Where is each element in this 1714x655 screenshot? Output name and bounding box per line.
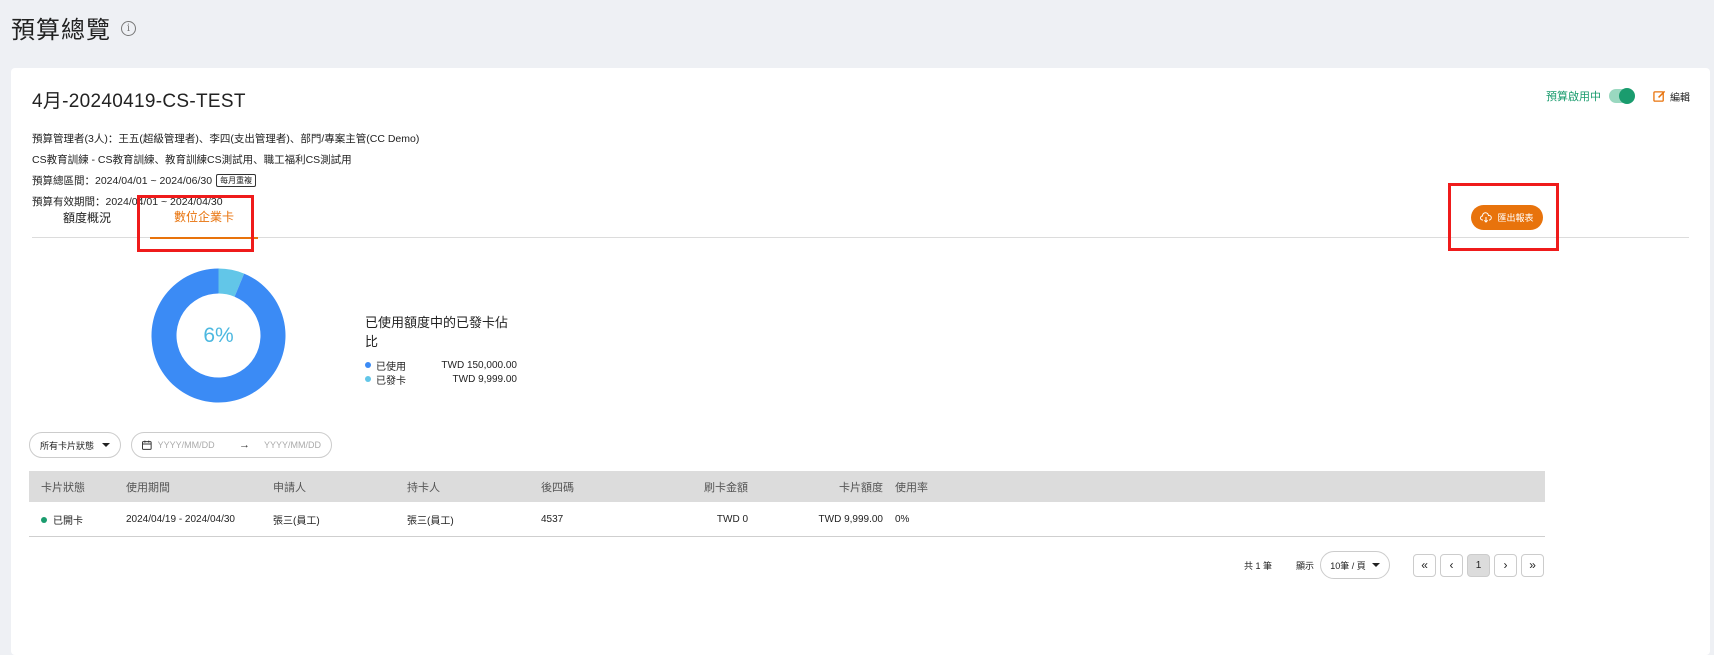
per-page-value: 10筆 / 頁 <box>1330 560 1366 571</box>
cell-spend-amount: TWD 0 <box>716 513 748 525</box>
cloud-download-icon <box>1480 212 1493 223</box>
card-table: 卡片狀態 使用期間 申請人 持卡人 後四碼 刷卡金額 卡片額度 使用率 已開卡 … <box>29 471 1545 537</box>
filter-bar: 所有卡片狀態 YYYY/MM/DD → YYYY/MM/DD <box>29 432 333 458</box>
table-header: 卡片狀態 使用期間 申請人 持卡人 後四碼 刷卡金額 卡片額度 使用率 <box>29 471 1545 502</box>
highlight-box-tab <box>137 195 254 252</box>
card-status-select[interactable]: 所有卡片狀態 <box>29 432 122 458</box>
status-area: 預算啟用中 編輯 <box>1546 88 1690 104</box>
date-to-input[interactable]: YYYY/MM/DD <box>264 440 321 450</box>
prev-page-button[interactable]: ‹ <box>1440 553 1464 577</box>
header-card-limit: 卡片額度 <box>839 481 883 494</box>
per-page-select[interactable]: 10筆 / 頁 <box>1320 551 1391 579</box>
legend-dot-used <box>365 362 371 368</box>
page-1-button[interactable]: 1 <box>1467 553 1491 577</box>
cell-last-four: 4537 <box>541 513 564 525</box>
header-spend-amount: 刷卡金額 <box>704 481 748 494</box>
edit-icon <box>1653 90 1666 102</box>
header-last-four: 後四碼 <box>541 481 574 494</box>
tab-bar: 額度概況 數位企業卡 <box>32 196 1689 239</box>
cell-applicant: 張三(員工) <box>273 515 320 527</box>
tab-quota-overview[interactable]: 額度概況 <box>43 196 131 238</box>
header-usage-rate: 使用率 <box>895 481 928 494</box>
edit-label: 編輯 <box>1670 92 1690 104</box>
legend-name: 已使用 <box>376 361 406 373</box>
cell-usage-rate: 0% <box>895 513 910 525</box>
repeat-tag: 每月重複 <box>216 174 257 187</box>
header-usage-period: 使用期間 <box>126 481 170 494</box>
next-page-button[interactable]: › <box>1494 553 1518 577</box>
date-from-input[interactable]: YYYY/MM/DD <box>158 440 225 450</box>
legend-dot-issued <box>365 376 371 382</box>
legend-value: TWD 9,999.00 <box>452 373 517 385</box>
chart-legend: 已使用額度中的已發卡佔比 已使用 TWD 150,000.00 已發卡 TWD … <box>365 312 517 387</box>
show-label: 顯示 <box>1296 560 1315 571</box>
legend-name: 已發卡 <box>376 375 406 387</box>
edit-button[interactable]: 編輯 <box>1653 89 1690 104</box>
chart-title: 已使用額度中的已發卡佔比 <box>365 315 509 349</box>
arrow-right-icon: → <box>239 439 250 451</box>
last-page-button[interactable]: » <box>1521 553 1545 577</box>
header-card-status: 卡片狀態 <box>41 481 85 494</box>
budget-name: 4月-20240419-CS-TEST <box>32 91 246 112</box>
page-title: 預算總覽 <box>11 17 111 44</box>
donut-chart: 6% <box>150 267 287 404</box>
pagination: 共 1 筆 顯示 10筆 / 頁 « ‹ 1 › » <box>1244 551 1548 579</box>
total-period-text: 預算總區間：2024/04/01 ~ 2024/06/30 <box>32 175 213 187</box>
cell-card-status: 已開卡 <box>41 512 83 527</box>
status-dot <box>41 516 47 523</box>
cell-usage-period: 2024/04/19 - 2024/04/30 <box>126 513 235 525</box>
card-status-value: 所有卡片狀態 <box>40 440 95 451</box>
date-range-input[interactable]: YYYY/MM/DD → YYYY/MM/DD <box>131 432 333 458</box>
donut-center-label: 6% <box>203 323 234 347</box>
export-label: 匯出報表 <box>1497 213 1534 223</box>
budget-enabled-toggle[interactable] <box>1609 88 1635 104</box>
header-applicant: 申請人 <box>273 481 306 494</box>
cell-cardholder: 張三(員工) <box>407 515 454 527</box>
header-cardholder: 持卡人 <box>407 481 440 494</box>
budget-total-period: 預算總區間：2024/04/01 ~ 2024/06/30 每月重複 <box>32 174 419 195</box>
legend-item-used: 已使用 TWD 150,000.00 <box>365 358 517 373</box>
legend-item-issued: 已發卡 TWD 9,999.00 <box>365 372 517 387</box>
caret-down-icon <box>102 443 111 447</box>
info-icon[interactable]: i <box>121 21 136 36</box>
first-page-button[interactable]: « <box>1413 553 1437 577</box>
table-row[interactable]: 已開卡 2024/04/19 - 2024/04/30 張三(員工) 張三(員工… <box>29 502 1545 537</box>
export-report-button[interactable]: 匯出報表 <box>1471 205 1543 230</box>
cell-card-limit: TWD 9,999.00 <box>818 513 883 525</box>
budget-categories: CS教育訓練 - CS教育訓練、教育訓練CS測試用、職工福利CS測試用 <box>32 154 352 166</box>
calendar-icon <box>142 440 152 450</box>
caret-down-icon <box>1371 563 1380 567</box>
total-count: 共 1 筆 <box>1244 560 1273 571</box>
budget-status-label: 預算啟用中 <box>1546 91 1601 103</box>
budget-managers: 預算管理者(3人)：王五(超級管理者)、李四(支出管理者)、部門/專案主管(CC… <box>32 133 420 145</box>
page-header: 預算總覽 i <box>11 10 136 45</box>
legend-value: TWD 150,000.00 <box>441 359 517 371</box>
card-status-text: 已開卡 <box>53 515 83 527</box>
